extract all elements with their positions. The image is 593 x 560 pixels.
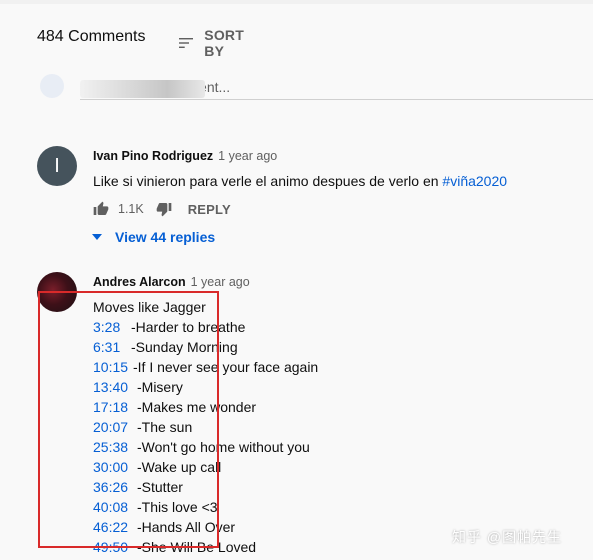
track-title: -Misery (137, 379, 183, 395)
timestamp-link[interactable]: 30:00 (93, 457, 137, 477)
comment-body: Like si vinieron para verle el animo des… (93, 173, 443, 189)
timestamp-link[interactable]: 3:28 (93, 317, 131, 337)
tracklist-item: 17:18 -Makes me wonder (93, 397, 318, 417)
tracklist-item: 49:50 -She Will Be Loved (93, 537, 318, 557)
tracklist-item: 46:22 -Hands All Over (93, 517, 318, 537)
track-title: -Sunday Morning (131, 339, 238, 355)
author-name[interactable]: Andres Alarcon (93, 275, 186, 289)
track-title: -Hands All Over (137, 519, 236, 535)
tracklist-item: 36:26 -Stutter (93, 477, 318, 497)
author-name[interactable]: Ivan Pino Rodriguez (93, 149, 213, 163)
timestamp-link[interactable]: 25:38 (93, 437, 137, 457)
blurred-overlay (80, 80, 205, 98)
track-title: -Stutter (137, 479, 183, 495)
user-avatar (40, 74, 64, 98)
track-title: -If I never see your face again (133, 359, 319, 375)
reply-button[interactable]: REPLY (188, 202, 231, 217)
comments-header: 484 Comments SORT BY (37, 27, 244, 59)
tracklist-item: 10:15 -If I never see your face again (93, 357, 318, 377)
comment-text: Like si vinieron para verle el animo des… (93, 171, 507, 191)
avatar[interactable]: I (37, 146, 77, 186)
timestamp-link[interactable]: 17:18 (93, 397, 137, 417)
timestamp-link[interactable]: 49:50 (93, 537, 137, 557)
add-comment-box (40, 74, 593, 108)
comment-text: Moves like Jagger 3:28 -Harder to breathe… (93, 297, 318, 557)
tracklist-item: 6:31 -Sunday Morning (93, 337, 318, 357)
track-title: -Makes me wonder (137, 399, 257, 415)
comment-first-line: Moves like Jagger (93, 299, 206, 315)
thumbs-up-icon[interactable] (93, 201, 109, 217)
avatar[interactable] (37, 272, 77, 312)
view-replies-button[interactable]: View 44 replies (92, 229, 215, 245)
timestamp-link[interactable]: 10:15 (93, 357, 133, 377)
sort-by-label: SORT BY (204, 27, 244, 59)
like-count: 1.1K (118, 202, 144, 216)
track-title: -Wake up call (137, 459, 222, 475)
comment-time[interactable]: 1 year ago (218, 149, 277, 163)
comment-meta: Andres Alarcon 1 year ago (93, 275, 250, 289)
track-title: -She Will Be Loved (137, 539, 257, 555)
watermark: 知乎 @图帕先生 (452, 529, 563, 545)
track-title: -The sun (137, 419, 193, 435)
caret-down-icon (92, 234, 102, 240)
timestamp-link[interactable]: 6:31 (93, 337, 131, 357)
comment-meta: Ivan Pino Rodriguez 1 year ago (93, 149, 277, 163)
top-divider (0, 0, 593, 4)
tracklist-item: 3:28 -Harder to breathe (93, 317, 318, 337)
tracklist-item: 30:00 -Wake up call (93, 457, 318, 477)
tracklist-item: 25:38 -Won't go home without you (93, 437, 318, 457)
track-title: -Harder to breathe (131, 319, 246, 335)
thumbs-down-icon[interactable] (156, 201, 172, 217)
comment-count: 484 Comments (37, 28, 146, 45)
timestamp-link[interactable]: 40:08 (93, 497, 137, 517)
timestamp-link[interactable]: 13:40 (93, 377, 137, 397)
sort-by-button[interactable]: SORT BY (179, 27, 250, 59)
sort-icon (179, 38, 194, 48)
tracklist-item: 13:40 -Misery (93, 377, 318, 397)
comment-time[interactable]: 1 year ago (191, 275, 250, 289)
tracklist-item: 20:07 -The sun (93, 417, 318, 437)
hashtag-link[interactable]: #viña2020 (442, 173, 507, 189)
view-replies-label: View 44 replies (115, 229, 216, 245)
comment-actions: 1.1K REPLY (93, 201, 231, 217)
timestamp-link[interactable]: 20:07 (93, 417, 137, 437)
track-title: -This love <3 (137, 499, 218, 515)
track-title: -Won't go home without you (137, 439, 310, 455)
timestamp-link[interactable]: 36:26 (93, 477, 137, 497)
tracklist-item: 40:08 -This love <3 (93, 497, 318, 517)
timestamp-link[interactable]: 46:22 (93, 517, 137, 537)
